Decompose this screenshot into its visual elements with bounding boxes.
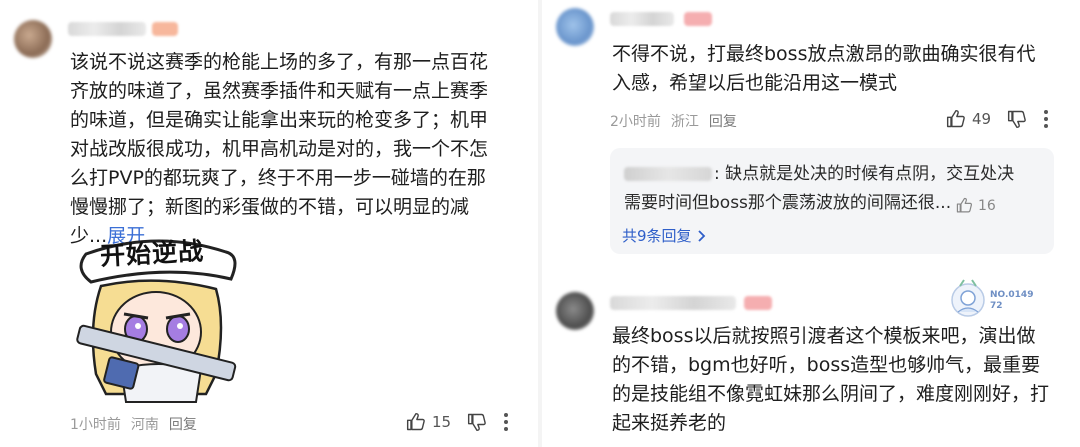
- avatar[interactable]: [14, 20, 52, 58]
- thumbs-down-icon[interactable]: [1007, 109, 1027, 129]
- thumbs-up-icon: [946, 109, 965, 128]
- username[interactable]: [68, 22, 146, 36]
- avatar[interactable]: [556, 292, 594, 330]
- panel-divider: [538, 0, 542, 447]
- more-options-icon[interactable]: [503, 412, 509, 432]
- username[interactable]: [610, 296, 736, 310]
- location: 河南: [130, 417, 159, 433]
- left-comment-panel: 该说不说这赛季的枪能上场的多了，有那一点百花齐放的味道了，虽然赛季插件和天赋有一…: [0, 0, 536, 447]
- comment-meta: 2小时前 浙江 回复: [610, 111, 737, 131]
- avatar[interactable]: [556, 8, 594, 46]
- sub-reply-like-button[interactable]: 16: [956, 197, 996, 214]
- more-options-icon[interactable]: [1043, 109, 1049, 129]
- level-badge: [684, 12, 712, 26]
- timestamp: 1小时前: [70, 417, 121, 433]
- right-comment-panel: 不得不说，打最终boss放点激昂的歌曲确实很有代入感，希望以后也能沿用这一模式 …: [544, 0, 1080, 447]
- thumbs-up-icon: [406, 412, 425, 431]
- comment-text: 该说不说这赛季的枪能上场的多了，有那一点百花齐放的味道了，虽然赛季插件和天赋有一…: [70, 51, 489, 247]
- username[interactable]: [610, 12, 674, 26]
- location: 浙江: [670, 114, 699, 130]
- comment-meta: 1小时前 河南 回复: [70, 414, 197, 434]
- thumbs-up-icon: [956, 197, 973, 213]
- more-replies-link[interactable]: 共9条回复: [622, 225, 706, 246]
- comment-actions: 49: [946, 109, 1049, 129]
- fan-badge-number: NO.014972: [990, 290, 1034, 311]
- level-badge: [152, 22, 178, 36]
- thumbs-down-icon[interactable]: [467, 412, 487, 432]
- chevron-right-icon: [697, 229, 705, 242]
- comment-actions: 15: [406, 412, 509, 432]
- sticker-caption: 开始逆战: [99, 236, 205, 271]
- fan-badge-icon: [951, 279, 985, 317]
- like-count: 16: [978, 197, 996, 214]
- like-count: 15: [432, 413, 452, 431]
- reply-button[interactable]: 回复: [709, 111, 737, 131]
- reply-button[interactable]: 回复: [169, 414, 197, 434]
- like-count: 49: [972, 110, 992, 128]
- timestamp: 2小时前: [610, 114, 661, 130]
- comment-text: 不得不说，打最终boss放点激昂的歌曲确实很有代入感，希望以后也能沿用这一模式: [612, 43, 1036, 94]
- level-badge: [744, 296, 772, 310]
- like-button[interactable]: 15: [406, 412, 451, 432]
- comment-text: 最终boss以后就按照引渡者这个模板来吧，演出做的不错，bgm也好听，boss造…: [612, 325, 1050, 434]
- like-button[interactable]: 49: [946, 109, 991, 129]
- sub-reply-username[interactable]: [624, 167, 712, 181]
